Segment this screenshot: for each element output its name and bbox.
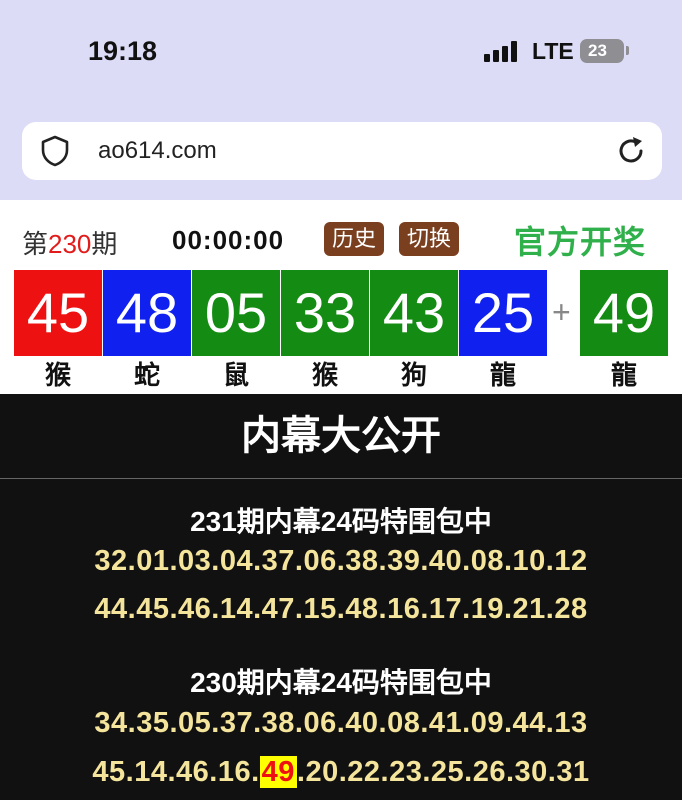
ball-5-zodiac: 狗 [400,360,427,390]
official-draw-link[interactable]: 官方开奖 [514,217,646,263]
shield-icon[interactable] [38,134,72,168]
switch-button[interactable]: 切换 [399,222,460,256]
signal-icon [484,40,520,62]
url-text[interactable]: ao614.com [98,137,217,165]
section-231-title: 231期内幕24码特围包中 [190,506,492,537]
ball-1-zodiac: 猴 [44,360,71,390]
ball-4-number: 33 [293,281,357,344]
ball-1: 45 [14,270,102,356]
plus-sign: + [552,294,571,330]
issue-suffix: 期 [91,229,118,259]
battery-tip [626,46,629,55]
ball-3: 05 [192,270,280,356]
ball-3-zodiac: 鼠 [222,360,249,390]
ball-5-number: 43 [382,281,446,344]
issue-number: 230 [48,229,92,259]
hit-number-highlight: 49 [259,756,297,788]
ball-6-zodiac: 龍 [489,360,516,390]
section-231-line-2: 44.45.46.14.47.15.48.16.17.19.21.28 [94,593,588,625]
section-230-line-2: 45.14.46.16.49.20.22.23.25.26.30.31 [0,756,682,789]
issue-prefix: 第 [22,229,49,259]
reload-icon[interactable] [614,134,648,168]
line-2-before: 45.14.46.16. [92,756,260,788]
section-230-line-1: 34.35.05.37.38.06.40.08.41.09.44.13 [94,707,588,739]
ball-4: 33 [281,270,369,356]
divider [0,478,682,479]
ball-6: 25 [459,270,547,356]
section-230-title: 230期内幕24码特围包中 [190,667,492,698]
ball-2-number: 48 [115,281,179,344]
network-type: LTE [532,38,574,64]
special-ball: 49 [580,270,668,356]
ball-6-number: 25 [471,281,535,344]
ball-2: 48 [103,270,191,356]
status-bar: 19:18 LTE 23 ao614.com [0,0,682,200]
ball-5: 43 [370,270,458,356]
issue-label: 第230期 [22,224,117,261]
special-ball-number: 49 [592,281,656,344]
address-bar[interactable]: ao614.com [22,122,662,180]
ball-3-number: 05 [204,281,268,344]
battery-icon: 23 [580,39,624,63]
countdown-timer: 00:00:00 [172,225,285,255]
history-button[interactable]: 历史 [324,222,385,256]
line-2-after: .20.22.23.25.26.30.31 [296,756,590,788]
section-231-line-1: 32.01.03.04.37.06.38.39.40.08.10.12 [94,545,588,577]
reveal-title: 内幕大公开 [241,414,441,458]
clock: 19:18 [88,36,158,66]
special-ball-zodiac: 龍 [610,360,637,390]
ball-1-number: 45 [26,281,90,344]
ball-4-zodiac: 猴 [311,360,338,390]
ball-2-zodiac: 蛇 [133,360,160,390]
